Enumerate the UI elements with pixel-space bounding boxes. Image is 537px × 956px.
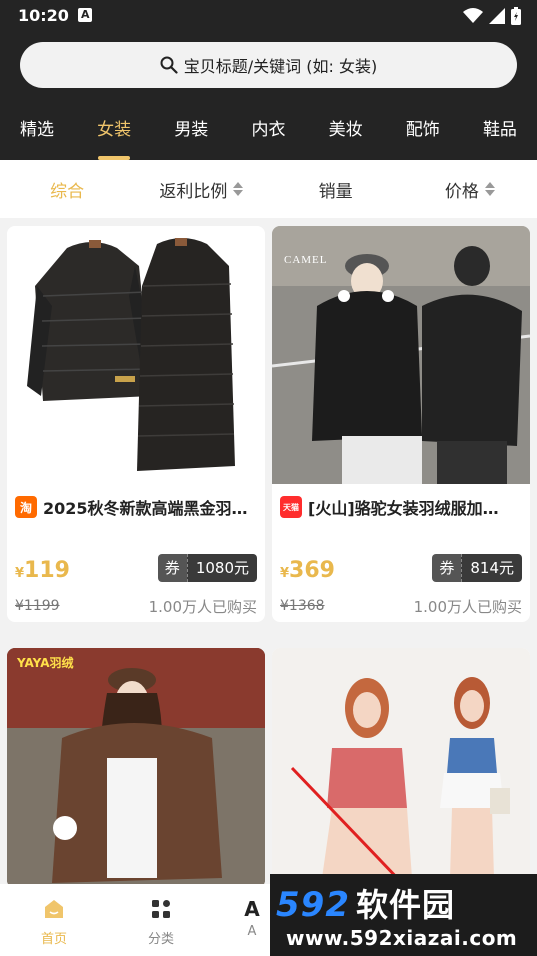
signal-icon xyxy=(489,8,505,24)
ai-icon: A xyxy=(244,897,260,921)
product-price: ¥119 xyxy=(15,558,70,583)
nav-category[interactable]: 分类 xyxy=(131,898,191,947)
sort-composite[interactable]: 综合 xyxy=(0,177,134,202)
sort-sales[interactable]: 销量 xyxy=(269,177,403,202)
category-tabs: 精选 女装 男装 内衣 美妆 配饰 鞋品 xyxy=(0,108,537,160)
brand-logo: CAMEL xyxy=(284,254,328,266)
battery-icon xyxy=(511,7,521,25)
tab-neiyi[interactable]: 内衣 xyxy=(251,108,285,152)
tab-jingxuan[interactable]: 精选 xyxy=(20,108,54,152)
price-row: ¥119 券 1080元 xyxy=(7,552,265,592)
meta-row: ¥1199 1.00万人已购买 xyxy=(7,592,265,622)
coupon-value: 814元 xyxy=(461,554,522,582)
sort-price-label: 价格 xyxy=(444,181,479,202)
product-image: YAYA羽绒 xyxy=(7,648,265,888)
coupon-badge[interactable]: 券 1080元 xyxy=(157,554,257,582)
original-price: ¥1199 xyxy=(15,598,60,614)
nav-home[interactable]: 首页 xyxy=(24,898,84,947)
taobao-icon: 淘 xyxy=(15,496,37,518)
sort-price[interactable]: 价格 xyxy=(403,177,537,202)
store-sign: YAYA羽绒 xyxy=(17,656,74,670)
price-value: 369 xyxy=(289,558,335,583)
currency-symbol: ¥ xyxy=(15,566,25,581)
watermark: 592 软件园 www.592xiazai.com xyxy=(270,874,537,956)
sort-arrows-icon xyxy=(233,182,244,196)
watermark-num: 592 xyxy=(276,885,350,925)
coupon-label: 券 xyxy=(432,554,462,582)
price-value: 119 xyxy=(24,558,70,583)
sort-arrows-icon xyxy=(484,182,495,196)
product-price: ¥369 xyxy=(280,558,335,583)
status-icons xyxy=(463,7,521,25)
watermark-cn: 软件园 xyxy=(355,886,455,924)
home-icon xyxy=(45,900,63,918)
original-price: ¥1368 xyxy=(280,598,325,614)
product-title-row: 天猫 [火山]骆驼女装羽绒服加… xyxy=(272,484,530,520)
nav-ai-label: A xyxy=(247,924,257,939)
product-image xyxy=(272,648,530,888)
watermark-logo: 592 软件园 xyxy=(276,880,455,926)
meta-row: ¥1368 1.00万人已购买 xyxy=(272,592,530,622)
sort-composite-label: 综合 xyxy=(50,181,85,202)
sort-rebate-label: 返利比例 xyxy=(159,181,228,202)
product-card[interactable] xyxy=(272,648,530,888)
tmall-icon: 天猫 xyxy=(280,496,302,518)
nav-category-label: 分类 xyxy=(147,932,174,947)
sold-count: 1.00万人已购买 xyxy=(413,598,522,616)
status-bar: 10:20 xyxy=(0,0,537,32)
header: 宝贝标题/关键词 (如: 女装) 精选 女装 男装 内衣 美妆 配饰 鞋品 xyxy=(0,32,537,160)
product-image xyxy=(7,226,265,484)
tab-xiepin[interactable]: 鞋品 xyxy=(483,108,517,152)
product-title-row: 淘 2025秋冬新款高端黑金羽… xyxy=(7,484,265,520)
sort-sales-label: 销量 xyxy=(318,181,353,202)
sold-count: 1.00万人已购买 xyxy=(148,598,257,616)
product-image: CAMEL xyxy=(272,226,530,484)
tab-nvzhuang[interactable]: 女装 xyxy=(97,108,131,152)
tab-peishi[interactable]: 配饰 xyxy=(406,108,440,152)
tab-meizhuang[interactable]: 美妆 xyxy=(329,108,363,152)
product-title: [火山]骆驼女装羽绒服加… xyxy=(308,499,499,518)
search-placeholder: 宝贝标题/关键词 (如: 女装) xyxy=(183,57,378,76)
notification-icon xyxy=(78,8,92,22)
sort-bar: 综合 返利比例 销量 价格 xyxy=(0,160,537,218)
search-input[interactable]: 宝贝标题/关键词 (如: 女装) xyxy=(20,42,517,88)
product-card[interactable]: 淘 2025秋冬新款高端黑金羽… ¥119 券 1080元 ¥1199 1.00… xyxy=(7,226,265,622)
product-title: 2025秋冬新款高端黑金羽… xyxy=(43,499,248,518)
price-row: ¥369 券 814元 xyxy=(272,552,530,592)
coupon-badge[interactable]: 券 814元 xyxy=(432,554,522,582)
status-time: 10:20 xyxy=(18,6,69,25)
product-card[interactable]: YAYA羽绒 xyxy=(7,648,265,888)
product-card[interactable]: CAMEL 天猫 [火山]骆驼女装羽绒服加… ¥369 券 814元 ¥1368… xyxy=(272,226,530,622)
coupon-value: 1080元 xyxy=(186,554,257,582)
category-icon xyxy=(152,900,170,918)
wifi-icon xyxy=(463,8,483,23)
search-icon xyxy=(160,56,178,74)
watermark-url: www.592xiazai.com xyxy=(286,926,518,950)
nav-ai[interactable]: A A xyxy=(232,898,272,939)
currency-symbol: ¥ xyxy=(280,566,290,581)
tab-nanzhuang[interactable]: 男装 xyxy=(174,108,208,152)
sort-rebate[interactable]: 返利比例 xyxy=(134,177,268,202)
nav-home-label: 首页 xyxy=(40,932,67,947)
coupon-label: 券 xyxy=(157,554,187,582)
